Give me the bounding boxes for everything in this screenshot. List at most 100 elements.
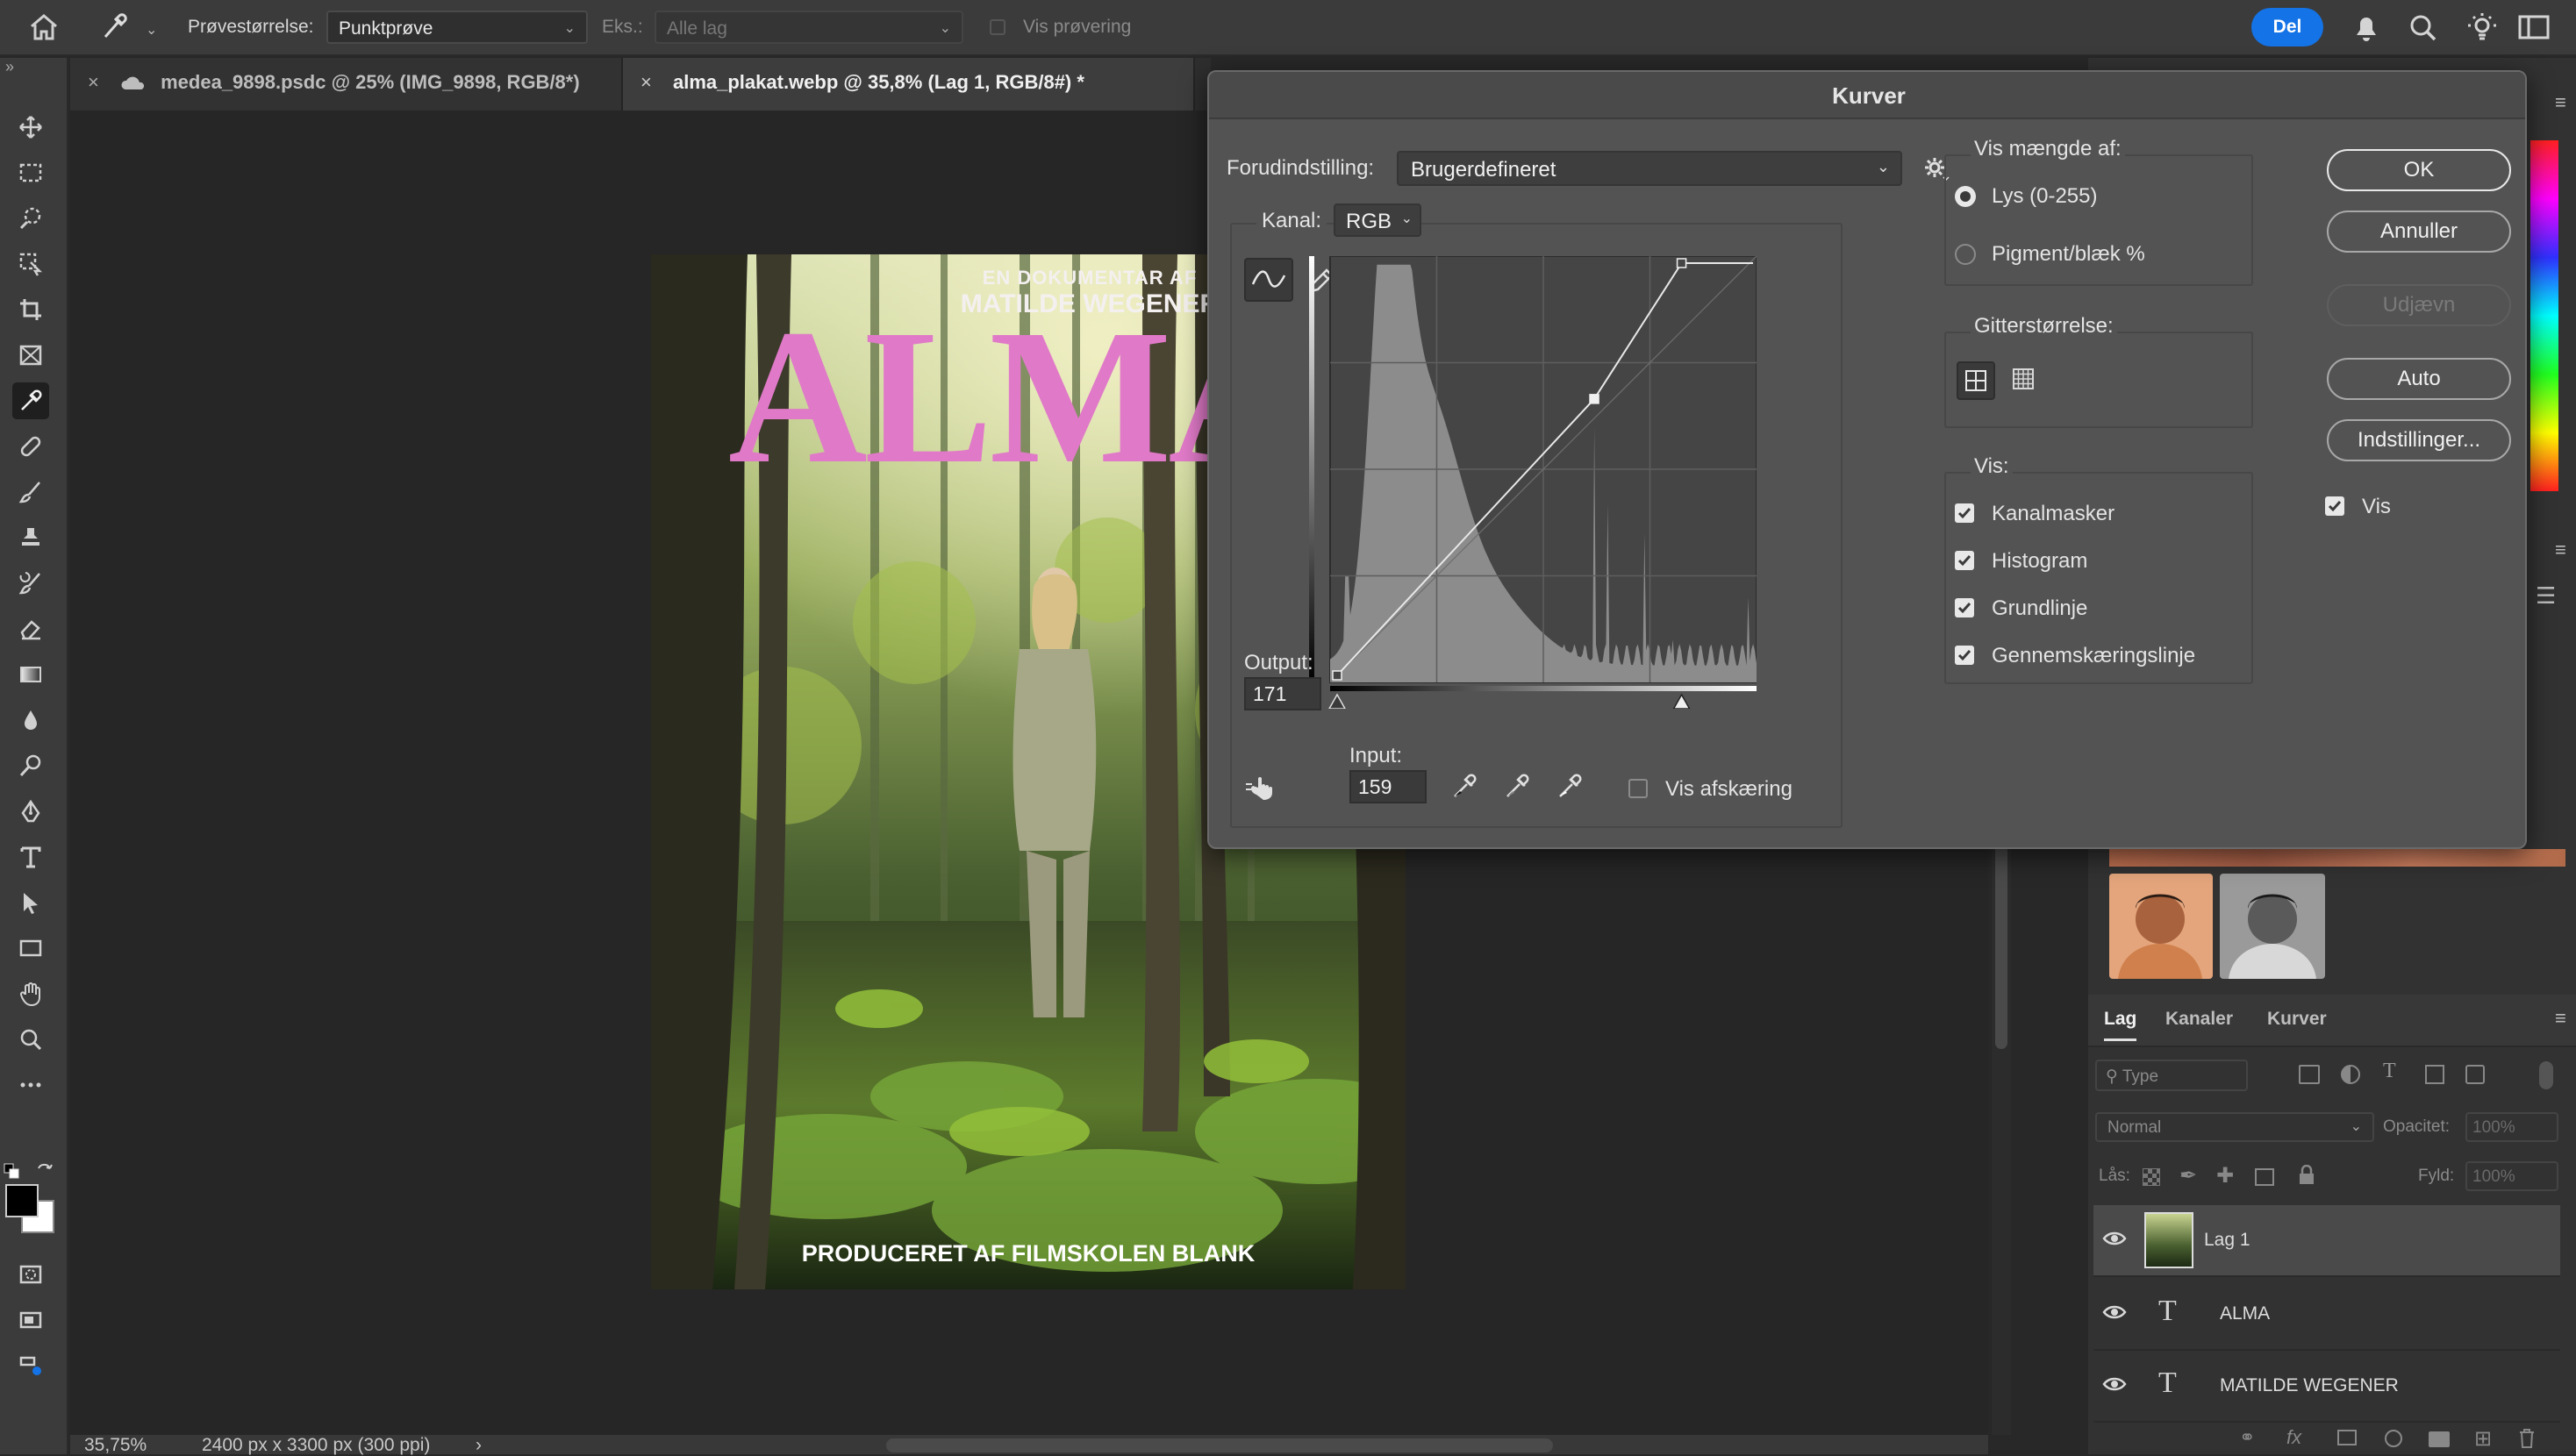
tab-medea[interactable]: × medea_9898.psdc @ 25% (IMG_9898, RGB/8… bbox=[70, 58, 623, 111]
filter-toggle[interactable] bbox=[2539, 1061, 2553, 1089]
filter-adjustment-icon[interactable] bbox=[2341, 1065, 2360, 1084]
search-icon[interactable] bbox=[2408, 12, 2439, 44]
show-ring-checkbox[interactable] bbox=[990, 19, 1005, 35]
auto-button[interactable]: Auto bbox=[2327, 358, 2511, 400]
collapse-icon[interactable]: » bbox=[5, 58, 14, 76]
options-button[interactable]: Indstillinger... bbox=[2327, 419, 2511, 461]
zoom-tool-icon[interactable] bbox=[12, 1021, 49, 1058]
zoom-level[interactable]: 35,75% bbox=[84, 1435, 147, 1456]
thumbnail-portrait-bw[interactable] bbox=[2220, 874, 2325, 979]
swap-colors-icon[interactable] bbox=[35, 1161, 54, 1181]
lock-artboard-icon[interactable] bbox=[2255, 1168, 2274, 1186]
gradient-tool-icon[interactable] bbox=[12, 656, 49, 693]
lock-position-icon[interactable]: ✚ bbox=[2216, 1163, 2234, 1188]
type-tool-icon[interactable] bbox=[12, 839, 49, 875]
show-option-checkbox[interactable] bbox=[1955, 646, 1974, 665]
pen-tool-icon[interactable] bbox=[12, 793, 49, 830]
eyedropper-tool-icon[interactable] bbox=[12, 382, 49, 419]
workspace-icon[interactable] bbox=[2518, 14, 2550, 40]
history-brush-tool-icon[interactable] bbox=[12, 565, 49, 602]
path-select-tool-icon[interactable] bbox=[12, 884, 49, 921]
layer-filter-select[interactable]: ⚲ Type bbox=[2095, 1060, 2248, 1091]
panel-menu-icon[interactable]: ≡ bbox=[2555, 1007, 2566, 1030]
lock-pixels-icon[interactable]: ✒ bbox=[2179, 1163, 2197, 1188]
sample-layers-select[interactable]: Alle lag ⌄ bbox=[655, 11, 963, 44]
grid-simple-icon[interactable] bbox=[1957, 361, 1995, 400]
sample-size-select[interactable]: Punktprøve ⌄ bbox=[326, 11, 588, 44]
layer-row[interactable]: Lag 1 bbox=[2093, 1205, 2560, 1277]
color-spectrum[interactable] bbox=[2530, 140, 2558, 491]
output-field[interactable]: 171 bbox=[1244, 677, 1321, 710]
canvas-scrollbar-horizontal[interactable] bbox=[886, 1438, 1553, 1452]
default-colors-icon[interactable] bbox=[4, 1163, 19, 1179]
close-icon[interactable]: × bbox=[640, 71, 652, 93]
stamp-tool-icon[interactable] bbox=[12, 519, 49, 556]
tab-kurver[interactable]: Kurver bbox=[2267, 1009, 2327, 1030]
filter-image-icon[interactable] bbox=[2299, 1065, 2320, 1084]
filter-smart-object-icon[interactable] bbox=[2465, 1065, 2485, 1084]
quick-select-tool-icon[interactable] bbox=[12, 200, 49, 237]
new-layer-icon[interactable]: ⊞ bbox=[2474, 1426, 2492, 1452]
white-point-eyedropper-icon[interactable] bbox=[1555, 772, 1585, 802]
chevron-right-icon[interactable]: › bbox=[476, 1435, 482, 1456]
edit-toolbar-icon[interactable] bbox=[12, 1347, 49, 1384]
eye-icon[interactable] bbox=[2102, 1230, 2127, 1247]
fx-icon[interactable]: fx bbox=[2286, 1426, 2301, 1449]
healing-brush-tool-icon[interactable] bbox=[12, 428, 49, 465]
preset-select[interactable]: Brugerdefineret ⌄ bbox=[1397, 151, 1902, 186]
show-option-checkbox[interactable] bbox=[1955, 598, 1974, 617]
frame-tool-icon[interactable] bbox=[12, 337, 49, 374]
chevron-down-icon[interactable]: ⌄ bbox=[146, 21, 157, 39]
adjustment-icon[interactable] bbox=[2385, 1430, 2402, 1447]
layer-row[interactable]: T MATILDE WEGENER bbox=[2093, 1351, 2560, 1423]
eye-icon[interactable] bbox=[2102, 1303, 2127, 1321]
thumbnail-portrait-color[interactable] bbox=[2109, 874, 2213, 979]
quick-mask-icon[interactable] bbox=[12, 1256, 49, 1293]
panel-menu-icon[interactable]: ≡ bbox=[2555, 91, 2566, 114]
more-tools-icon[interactable] bbox=[12, 1067, 49, 1103]
panel-menu-icon[interactable]: ≡ bbox=[2555, 539, 2566, 561]
blur-tool-icon[interactable] bbox=[12, 702, 49, 739]
rectangle-tool-icon[interactable] bbox=[12, 930, 49, 967]
preview-checkbox[interactable] bbox=[2325, 496, 2344, 516]
grid-detailed-icon[interactable] bbox=[2006, 361, 2044, 400]
show-clipping-checkbox[interactable] bbox=[1628, 779, 1648, 798]
bell-icon[interactable] bbox=[2351, 12, 2381, 44]
gray-point-eyedropper-icon[interactable] bbox=[1502, 772, 1532, 802]
lightbulb-icon[interactable] bbox=[2465, 11, 2499, 44]
eraser-tool-icon[interactable] bbox=[12, 610, 49, 647]
mask-icon[interactable] bbox=[2337, 1430, 2357, 1445]
eyedropper-icon[interactable] bbox=[98, 11, 128, 44]
fill-field[interactable]: 100% bbox=[2465, 1161, 2558, 1191]
tab-alma-plakat[interactable]: × alma_plakat.webp @ 35,8% (Lag 1, RGB/8… bbox=[623, 58, 1195, 111]
channel-select[interactable]: RGB ⌄ bbox=[1334, 203, 1421, 237]
object-select-tool-icon[interactable] bbox=[12, 246, 49, 282]
brush-tool-icon[interactable] bbox=[12, 474, 49, 510]
radio-light[interactable] bbox=[1955, 186, 1976, 207]
layer-row[interactable]: T ALMA bbox=[2093, 1279, 2560, 1351]
dodge-tool-icon[interactable] bbox=[12, 747, 49, 784]
input-field[interactable]: 159 bbox=[1349, 770, 1427, 803]
filter-type-icon[interactable]: T bbox=[2383, 1060, 2396, 1083]
target-adjust-hand-icon[interactable] bbox=[1244, 774, 1279, 802]
home-icon[interactable] bbox=[28, 12, 60, 42]
list-icon[interactable]: ☰ bbox=[2536, 582, 2556, 610]
tab-kanaler[interactable]: Kanaler bbox=[2165, 1009, 2233, 1030]
opacity-field[interactable]: 100% bbox=[2465, 1112, 2558, 1142]
eye-icon[interactable] bbox=[2102, 1375, 2127, 1393]
crop-tool-icon[interactable] bbox=[12, 291, 49, 328]
radio-pigment[interactable] bbox=[1955, 244, 1976, 265]
show-option-checkbox[interactable] bbox=[1955, 503, 1974, 523]
marquee-tool-icon[interactable] bbox=[12, 154, 49, 191]
folder-icon[interactable] bbox=[2429, 1431, 2450, 1447]
curve-point-tool-icon[interactable] bbox=[1244, 258, 1293, 302]
smooth-button[interactable]: Udjævn bbox=[2327, 284, 2511, 326]
move-tool-icon[interactable] bbox=[12, 109, 49, 146]
trash-icon[interactable] bbox=[2518, 1428, 2536, 1449]
blend-mode-select[interactable]: Normal ⌄ bbox=[2095, 1112, 2374, 1142]
ok-button[interactable]: OK bbox=[2327, 149, 2511, 191]
dialog-title[interactable]: Kurver bbox=[1209, 72, 2525, 119]
tab-lag[interactable]: Lag bbox=[2104, 1009, 2137, 1041]
lock-transparent-icon[interactable] bbox=[2143, 1168, 2160, 1186]
lock-all-icon[interactable] bbox=[2297, 1165, 2316, 1186]
